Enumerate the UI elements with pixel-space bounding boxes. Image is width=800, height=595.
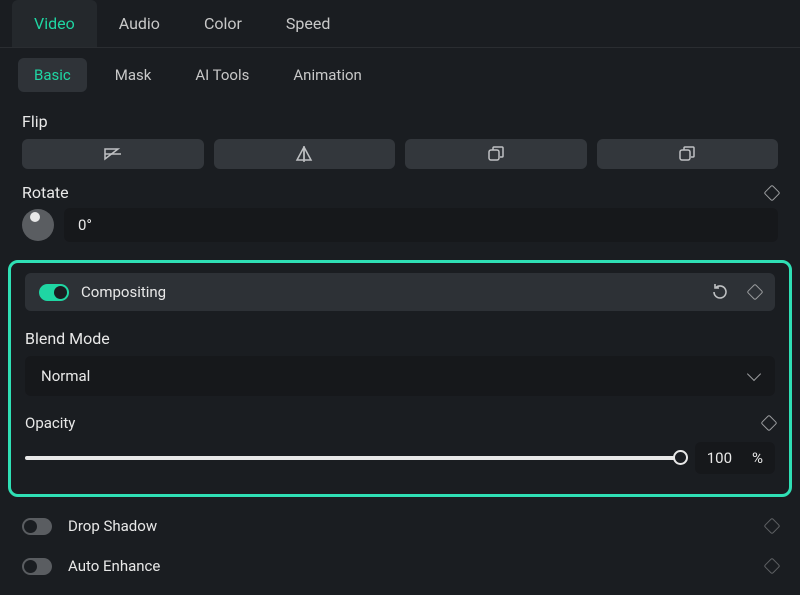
opacity-value: 100: [707, 449, 732, 467]
compositing-header: Compositing: [25, 273, 775, 311]
opacity-value-input[interactable]: 100 %: [695, 442, 775, 474]
main-tabs: Video Audio Color Speed: [0, 0, 800, 48]
subtab-mask[interactable]: Mask: [99, 58, 168, 92]
compositing-reset-button[interactable]: [711, 283, 729, 301]
flip-row: [22, 139, 778, 169]
compositing-label: Compositing: [81, 283, 166, 301]
copy-alt-icon: [679, 146, 695, 162]
reset-icon: [711, 283, 729, 301]
opacity-unit: %: [752, 449, 763, 467]
keyframe-icon: [761, 415, 778, 432]
blendmode-value: Normal: [41, 367, 90, 385]
dropshadow-toggle[interactable]: [22, 518, 52, 535]
blendmode-label: Blend Mode: [25, 329, 775, 348]
flip-label: Flip: [22, 112, 778, 131]
autoenhance-toggle[interactable]: [22, 558, 52, 575]
autoenhance-keyframe-button[interactable]: [766, 560, 778, 572]
copy-icon: [488, 146, 504, 162]
opacity-slider[interactable]: [25, 456, 681, 460]
rotate-dial[interactable]: [22, 209, 54, 241]
opacity-slider-thumb[interactable]: [673, 450, 688, 465]
autoenhance-row: Auto Enhance: [0, 547, 800, 585]
opacity-keyframe-button[interactable]: [763, 417, 775, 429]
copy-alt-button[interactable]: [597, 139, 779, 169]
keyframe-icon: [764, 518, 781, 535]
compositing-toggle[interactable]: [39, 284, 69, 301]
blendmode-select[interactable]: Normal: [25, 356, 775, 396]
rotate-label: Rotate: [22, 183, 69, 202]
keyframe-icon: [747, 284, 764, 301]
sub-tabs: Basic Mask AI Tools Animation: [0, 48, 800, 102]
compositing-keyframe-button[interactable]: [749, 286, 761, 298]
flip-vertical-button[interactable]: [214, 139, 396, 169]
subtab-basic[interactable]: Basic: [18, 58, 87, 92]
tab-color[interactable]: Color: [182, 0, 264, 47]
compositing-panel: Compositing Blend Mode Normal Opacity 10…: [8, 260, 792, 497]
dropshadow-label: Drop Shadow: [68, 517, 157, 535]
flip-horizontal-button[interactable]: [22, 139, 204, 169]
subtab-aitools[interactable]: AI Tools: [179, 58, 265, 92]
copy-button[interactable]: [405, 139, 587, 169]
dropshadow-row: Drop Shadow: [0, 507, 800, 545]
tab-video[interactable]: Video: [12, 0, 97, 47]
flip-horizontal-icon: [104, 147, 122, 161]
tab-audio[interactable]: Audio: [97, 0, 182, 47]
chevron-down-icon: [747, 367, 761, 381]
tab-speed[interactable]: Speed: [264, 0, 352, 47]
autoenhance-label: Auto Enhance: [68, 557, 160, 575]
rotate-keyframe-button[interactable]: [766, 187, 778, 199]
dropshadow-keyframe-button[interactable]: [766, 520, 778, 532]
keyframe-icon: [764, 184, 781, 201]
flip-vertical-icon: [294, 146, 314, 162]
subtab-animation[interactable]: Animation: [277, 58, 377, 92]
keyframe-icon: [764, 558, 781, 575]
rotate-value-input[interactable]: 0°: [64, 208, 778, 242]
opacity-label: Opacity: [25, 414, 75, 432]
